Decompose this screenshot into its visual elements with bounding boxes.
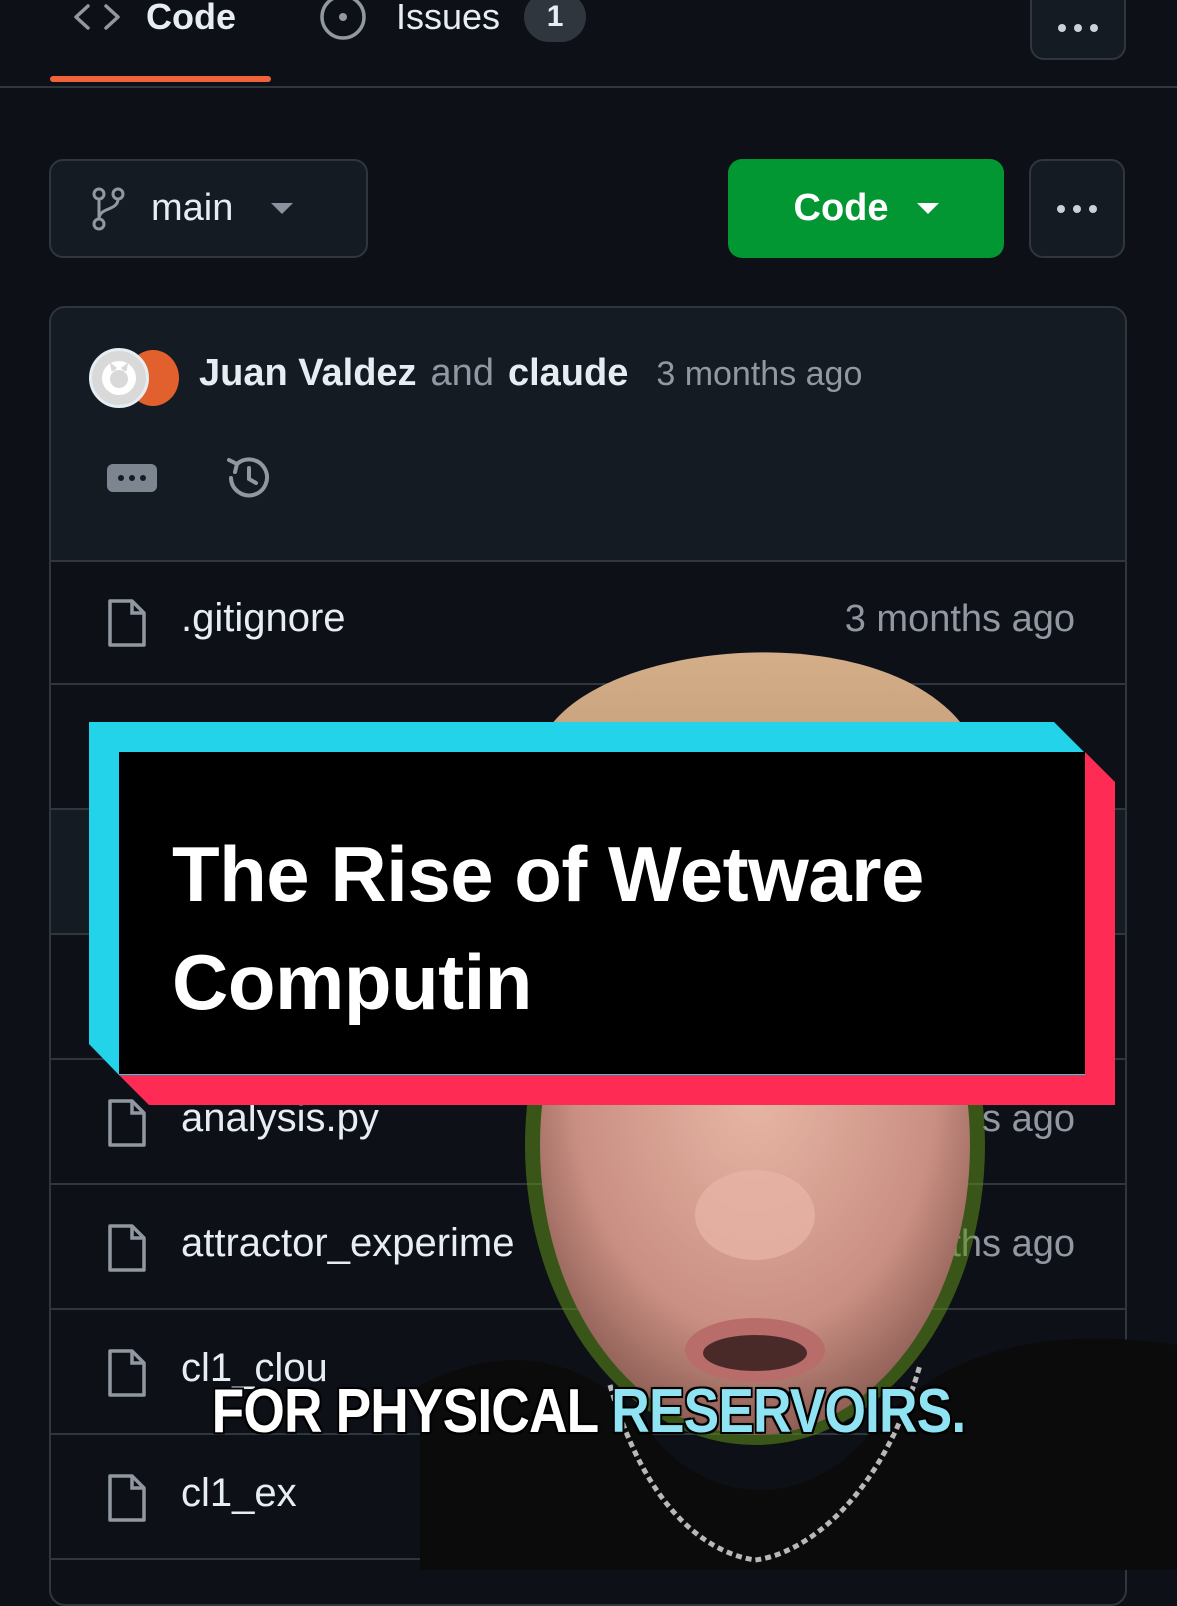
tab-code[interactable]: Code xyxy=(72,0,236,42)
avatar xyxy=(89,348,149,408)
commit-time: 3 months ago xyxy=(656,355,863,393)
git-branch-icon xyxy=(92,187,125,230)
file-icon xyxy=(108,599,146,647)
video-title: The Rise of Wetware Computin xyxy=(172,820,1052,1036)
code-button-label: Code xyxy=(793,187,889,229)
commit-author-link[interactable]: Juan Valdez xyxy=(199,352,417,395)
history-icon[interactable] xyxy=(221,450,277,506)
nav-more-button[interactable] xyxy=(1030,0,1126,60)
issues-count-badge: 1 xyxy=(524,0,587,42)
github-icon xyxy=(102,361,136,395)
file-icon xyxy=(108,1099,146,1147)
latest-commit-header: Juan Valdez and claude 3 months ago xyxy=(51,308,1125,562)
branch-selector[interactable]: main xyxy=(49,159,368,258)
video-title-line-1: The Rise of Wetware xyxy=(172,830,924,918)
commit-message-toggle-icon[interactable] xyxy=(107,464,157,492)
commit-coauthor-link[interactable]: claude xyxy=(508,352,628,395)
file-icon xyxy=(108,1224,146,1272)
chevron-down-icon xyxy=(916,203,939,214)
issue-circle-icon xyxy=(320,0,366,40)
video-title-line-2: Computin xyxy=(172,938,532,1026)
repo-more-button[interactable] xyxy=(1029,159,1125,258)
tab-issues[interactable]: Issues 1 xyxy=(318,0,587,42)
commit-authors: Juan Valdez and claude 3 months ago xyxy=(199,352,862,395)
commit-joiner: and xyxy=(430,352,494,394)
file-name[interactable]: .gitignore xyxy=(181,596,346,641)
caption-text: FOR PHYSICAL xyxy=(211,1377,599,1446)
tab-code-label: Code xyxy=(146,0,236,37)
file-icon xyxy=(108,1474,146,1522)
kebab-icon xyxy=(1058,24,1098,32)
code-dropdown-button[interactable]: Code xyxy=(728,159,1004,258)
chevron-down-icon xyxy=(271,203,294,214)
tab-issues-label: Issues xyxy=(396,0,501,37)
commit-avatars xyxy=(89,348,179,410)
active-tab-underline xyxy=(50,76,271,82)
file-name[interactable]: cl1_ex xyxy=(181,1471,297,1516)
kebab-icon xyxy=(1057,204,1097,213)
subtitle-caption: FOR PHYSICAL RESERVOIRS. xyxy=(82,1376,1094,1447)
branch-name: main xyxy=(151,187,234,229)
caption-highlight: RESERVOIRS. xyxy=(611,1377,966,1446)
code-brackets-icon xyxy=(74,4,120,30)
